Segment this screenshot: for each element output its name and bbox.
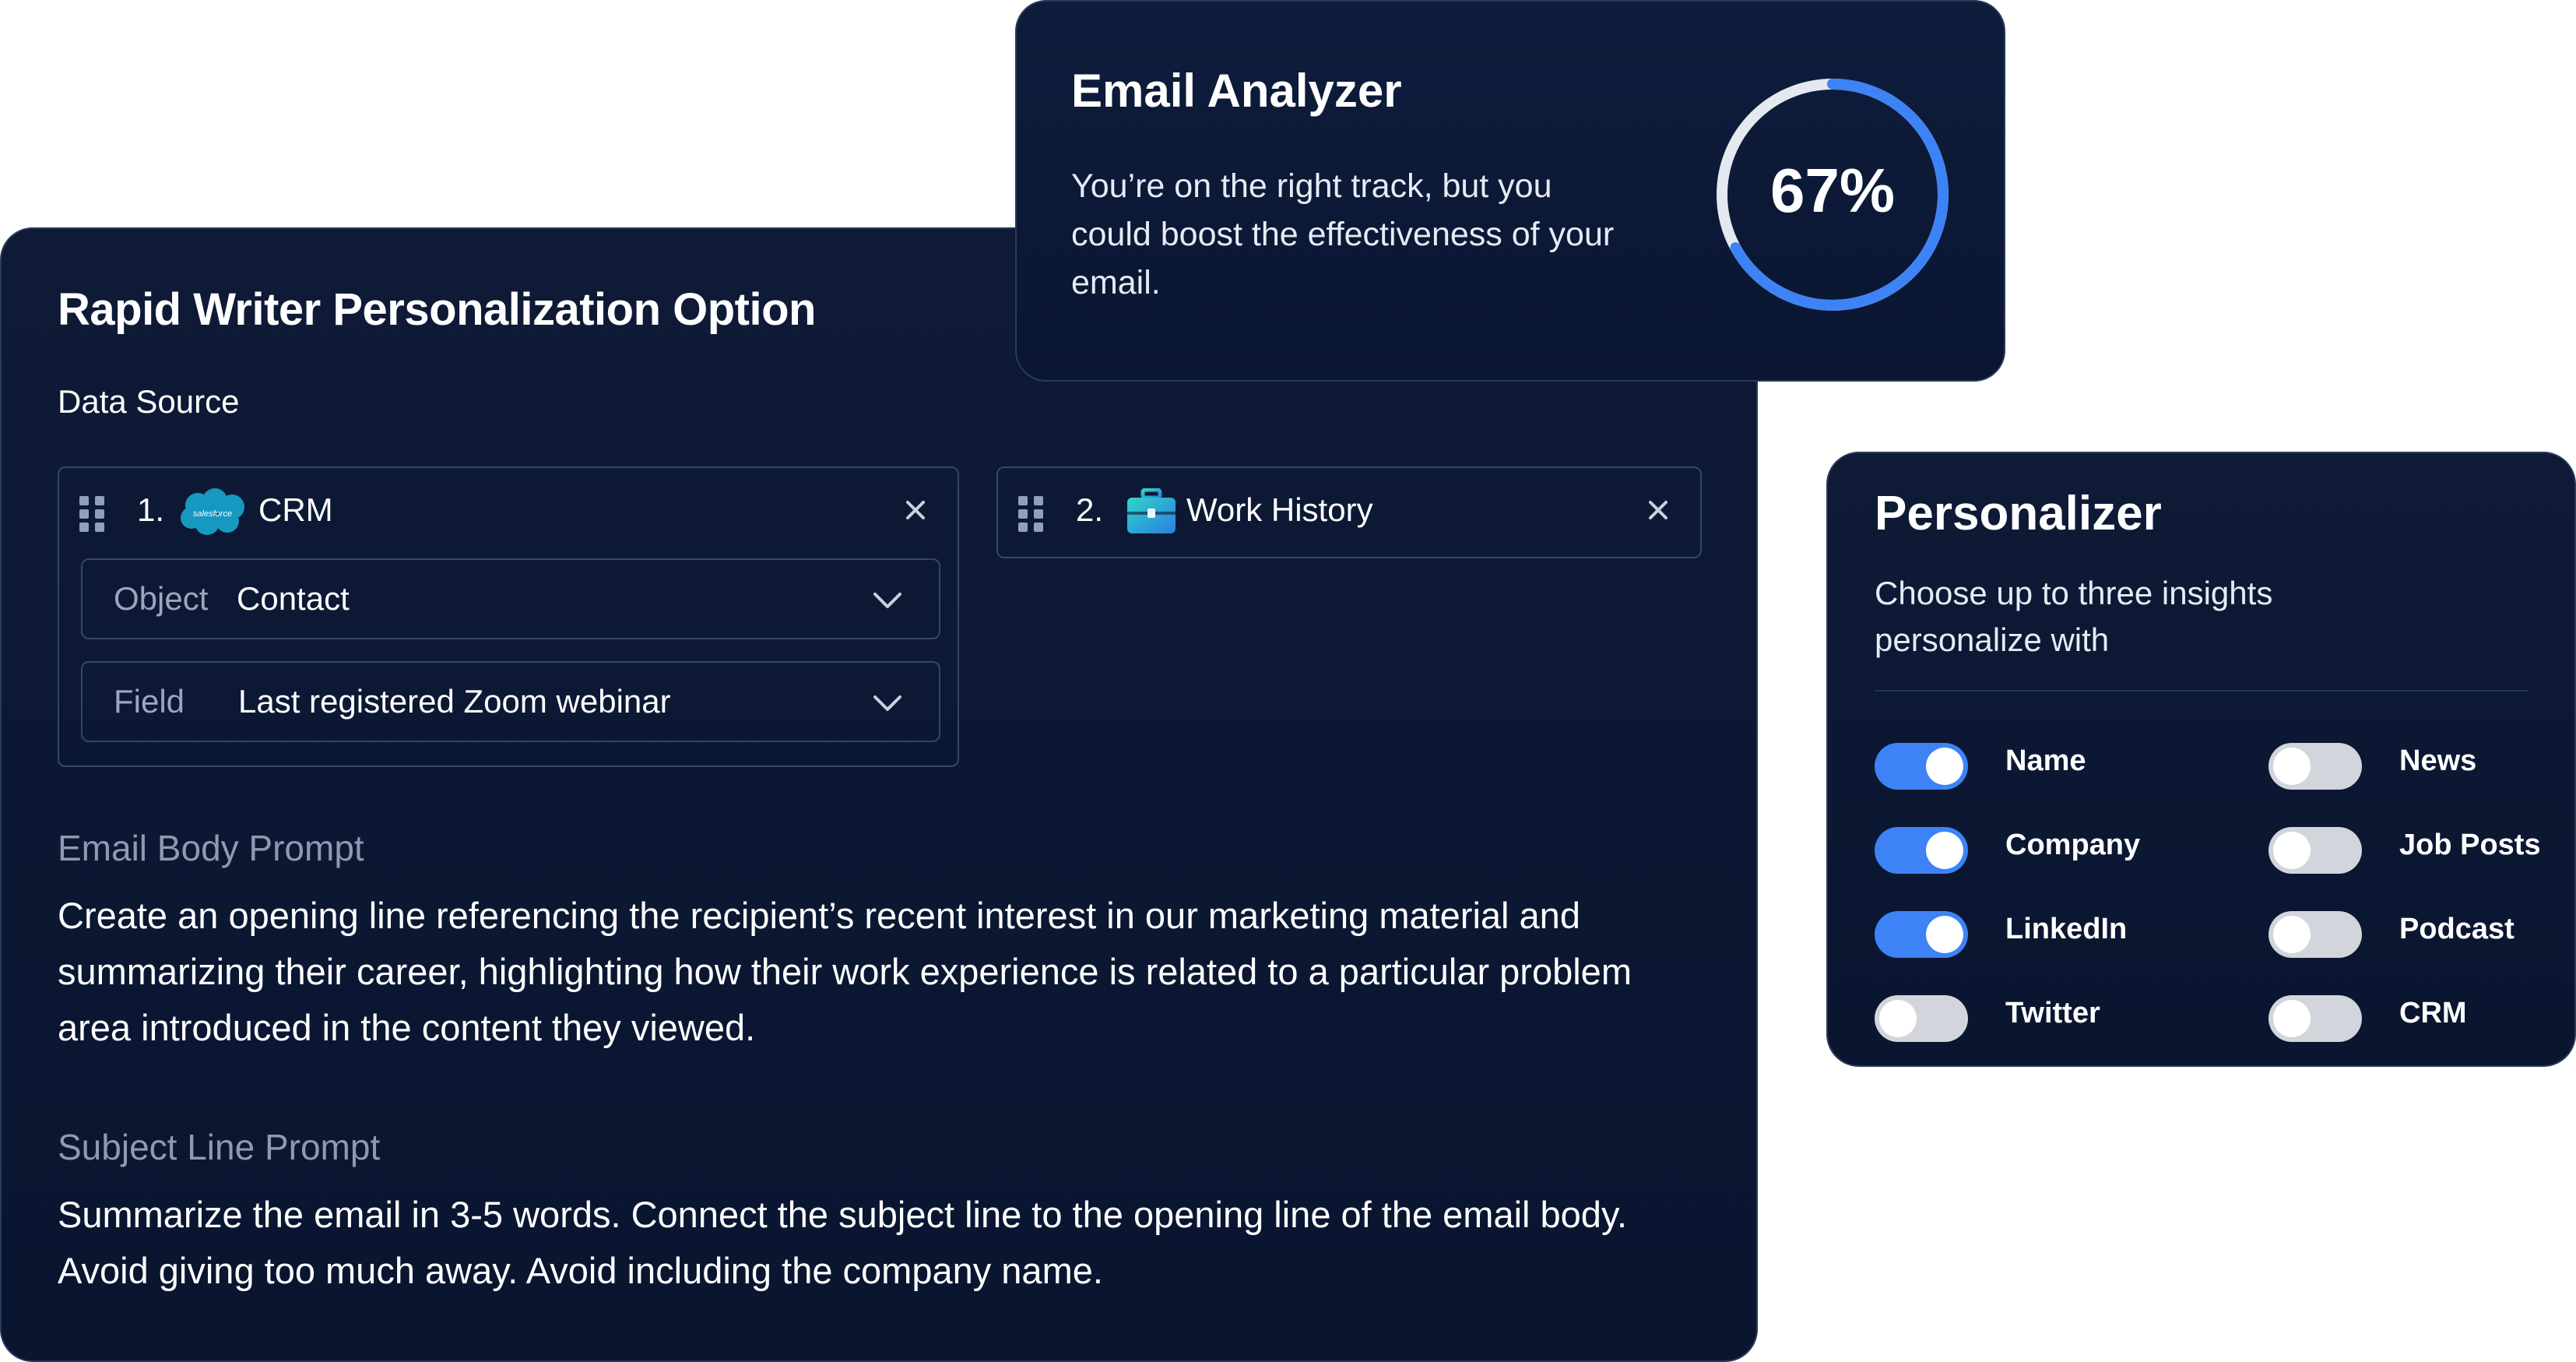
email-analyzer-card: Email Analyzer You’re on the right track… bbox=[1015, 0, 2005, 382]
personalizer-subtitle: Choose up to three insights personalize … bbox=[1875, 575, 2273, 658]
toggle-label-news: News bbox=[2399, 744, 2477, 777]
toggle-label-company: Company bbox=[2005, 829, 2141, 861]
data-source-item-work-history: 2. Work History bbox=[996, 466, 1702, 558]
data-source-item-crm: 1. salesforce CRM Object Contact Field L… bbox=[58, 466, 959, 767]
toggle-twitter[interactable] bbox=[1875, 995, 1968, 1042]
data-source-number: 1. bbox=[137, 491, 165, 528]
salesforce-logo: salesforce bbox=[181, 488, 244, 535]
toggle-job-posts[interactable] bbox=[2268, 827, 2362, 874]
panel-title: Rapid Writer Personalization Option bbox=[58, 284, 816, 335]
toggle-podcast[interactable] bbox=[2268, 911, 2362, 958]
email-analyzer-message: You’re on the right track, but you could… bbox=[1071, 167, 1615, 301]
toggle-linkedin[interactable] bbox=[1875, 911, 1968, 958]
data-source-name: Work History bbox=[1186, 491, 1373, 528]
toggle-label-linkedin: LinkedIn bbox=[2005, 913, 2128, 945]
close-icon[interactable] bbox=[1636, 488, 1680, 532]
toggle-company[interactable] bbox=[1875, 827, 1968, 874]
subject-line-prompt-text[interactable]: Summarize the email in 3-5 words. Connec… bbox=[58, 1187, 1708, 1299]
object-select[interactable]: Object Contact bbox=[81, 558, 940, 639]
divider bbox=[1875, 690, 2528, 692]
salesforce-logo-text: salesforce bbox=[193, 509, 232, 519]
field-select[interactable]: Field Last registered Zoom webinar bbox=[81, 661, 940, 742]
email-body-prompt-label: Email Body Prompt bbox=[58, 828, 364, 868]
object-select-value: Contact bbox=[237, 580, 350, 617]
briefcase-icon bbox=[1127, 488, 1176, 533]
toggle-label-crm: CRM bbox=[2399, 997, 2467, 1029]
toggle-label-twitter: Twitter bbox=[2005, 997, 2100, 1029]
score-gauge: 67% bbox=[1717, 79, 1949, 311]
drag-handle-icon[interactable] bbox=[1018, 496, 1045, 532]
toggle-label-job-posts: Job Posts bbox=[2399, 829, 2541, 861]
chevron-down-icon bbox=[873, 593, 901, 608]
toggle-news[interactable] bbox=[2268, 743, 2362, 790]
object-select-label: Object bbox=[114, 580, 209, 617]
toggle-name[interactable] bbox=[1875, 743, 1968, 790]
close-icon[interactable] bbox=[894, 488, 937, 532]
score-value: 67% bbox=[1770, 156, 1895, 225]
field-select-label: Field bbox=[114, 683, 185, 720]
field-select-value: Last registered Zoom webinar bbox=[238, 683, 671, 720]
chevron-down-icon bbox=[873, 695, 901, 711]
email-body-prompt-text[interactable]: Create an opening line referencing the r… bbox=[58, 888, 1708, 1056]
data-source-name: CRM bbox=[258, 491, 333, 528]
subject-line-prompt-label: Subject Line Prompt bbox=[58, 1127, 381, 1167]
data-source-header: 2. Work History bbox=[998, 468, 1700, 558]
toggle-label-name: Name bbox=[2005, 744, 2086, 777]
toggle-crm[interactable] bbox=[2268, 995, 2362, 1042]
toggle-label-podcast: Podcast bbox=[2399, 913, 2514, 945]
personalization-option-panel: Rapid Writer Personalization Option Data… bbox=[0, 227, 1758, 1362]
data-source-number: 2. bbox=[1076, 491, 1104, 528]
data-source-header: 1. salesforce CRM bbox=[59, 468, 958, 558]
personalizer-title: Personalizer bbox=[1875, 487, 2162, 540]
data-source-label: Data Source bbox=[58, 383, 240, 420]
email-analyzer-title: Email Analyzer bbox=[1071, 65, 1402, 117]
personalizer-card: Personalizer Choose up to three insights… bbox=[1826, 452, 2576, 1067]
drag-handle-icon[interactable] bbox=[79, 496, 106, 532]
